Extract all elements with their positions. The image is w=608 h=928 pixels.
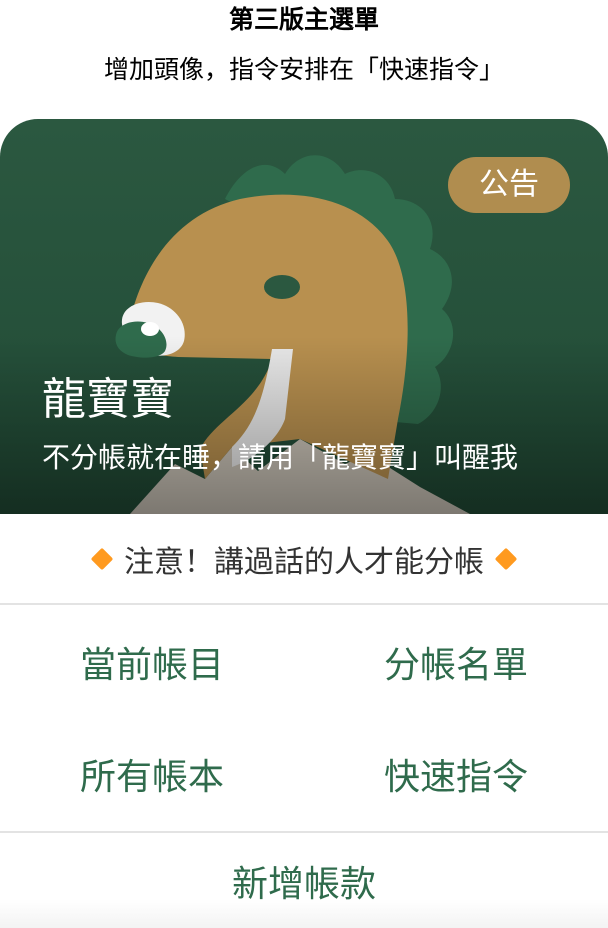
banner[interactable]: 公告 龍寶寶 不分帳就在睡，請用「龍寶寶」叫醒我	[0, 119, 608, 514]
menu-grid: 當前帳目 分帳名單 所有帳本 快速指令	[0, 606, 608, 831]
orange-diamond-icon	[494, 547, 518, 570]
caption-title: 第三版主選單	[228, 5, 379, 34]
bot-name: 龍寶寶	[42, 374, 174, 425]
screen: 第三版主選單 增加頭像，指令安排在「快速指令」 公告 龍寶寶 不分帳就在睡，請用…	[0, 0, 608, 928]
bot-description: 不分帳就在睡，請用「龍寶寶」叫醒我	[42, 441, 519, 474]
dragon-eye	[264, 275, 300, 299]
all-ledgers-button[interactable]: 所有帳本	[0, 718, 304, 830]
announcement-badge[interactable]: 公告	[448, 157, 570, 213]
add-expense-button[interactable]: 新增帳款	[0, 831, 608, 928]
caption-subtitle: 增加頭像，指令安排在「快速指令」	[103, 55, 504, 84]
rich-menu-card: 公告 龍寶寶 不分帳就在睡，請用「龍寶寶」叫醒我 注意！講過話的人才能分帳 當前…	[0, 119, 608, 928]
split-list-button[interactable]: 分帳名單	[304, 606, 608, 718]
notice-bar: 注意！講過話的人才能分帳	[0, 514, 608, 605]
quick-commands-button[interactable]: 快速指令	[304, 718, 608, 830]
orange-diamond-icon	[90, 547, 114, 570]
notice-text: 注意！講過話的人才能分帳	[124, 544, 484, 580]
current-account-button[interactable]: 當前帳目	[0, 606, 304, 718]
dragon-nostril	[141, 322, 159, 336]
